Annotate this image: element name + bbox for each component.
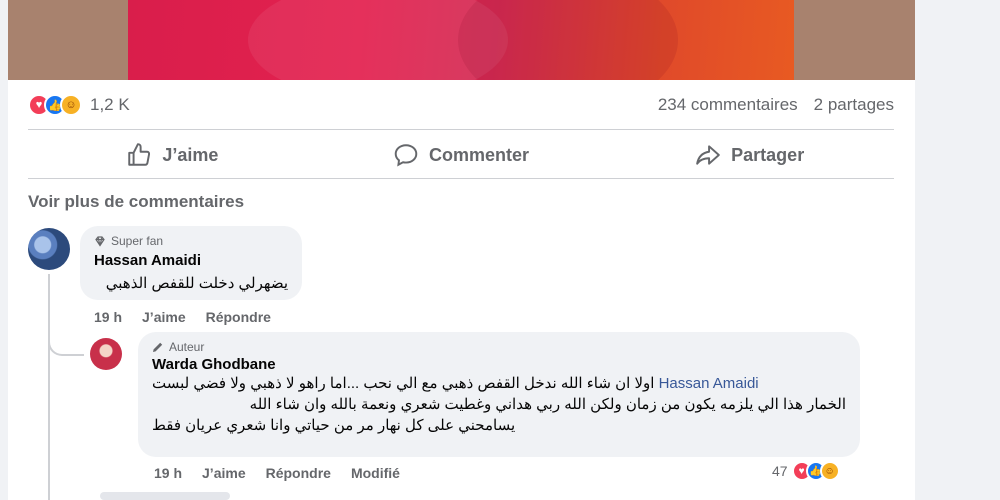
- care-reaction-icon: ☺: [819, 461, 840, 481]
- thread-line: [48, 274, 50, 500]
- mention-link[interactable]: Hassan Amaidi: [659, 375, 759, 392]
- post-image-frame[interactable]: [8, 0, 915, 80]
- comment-time[interactable]: 19 h: [94, 309, 122, 325]
- comment-time[interactable]: 19 h: [154, 465, 182, 481]
- diamond-icon: [95, 236, 105, 247]
- divider: [28, 129, 894, 130]
- comment-author[interactable]: Warda Ghodbane: [152, 356, 846, 373]
- post-stats: ♥ 👍 ☺ 1,2 K 234 commentaires 2 partages: [28, 90, 894, 120]
- comment-like-button[interactable]: J’aime: [142, 309, 186, 325]
- comment-reactions[interactable]: 47 ♥ 👍 ☺: [772, 461, 840, 481]
- post-card: ♥ 👍 ☺ 1,2 K 234 commentaires 2 partages …: [8, 0, 915, 500]
- reactions-count[interactable]: 1,2 K: [90, 95, 130, 115]
- view-more-comments-link[interactable]: Voir plus de commentaires: [28, 192, 244, 212]
- care-reaction-icon: ☺: [60, 94, 82, 116]
- like-button[interactable]: J’aime: [28, 142, 317, 168]
- share-arrow-icon: [696, 145, 720, 165]
- comment-text-line: الخمار هذا الي يلزمه يكون من زمان ولكن ا…: [249, 396, 846, 413]
- comment-meta: 19 h J’aime Répondre Modifié: [154, 465, 400, 481]
- comment-label: Commenter: [428, 144, 530, 165]
- shares-count-link[interactable]: 2 partages: [814, 95, 894, 115]
- comment-text-line: Hassan Amaidi اولا ان شاء الله ندخل القف…: [152, 375, 759, 392]
- comment-button[interactable]: Commenter: [317, 142, 606, 168]
- comment-bubble: Super fan Hassan Amaidi يضهرلي دخلت للقف…: [80, 226, 302, 300]
- divider: [28, 178, 894, 179]
- comments-count-link[interactable]: 234 commentaires: [658, 95, 798, 115]
- comment-bubble-icon: [394, 144, 418, 167]
- next-comment-placeholder: [100, 492, 230, 500]
- avatar[interactable]: [90, 338, 122, 370]
- comment-reply-button[interactable]: Répondre: [266, 465, 331, 481]
- comment-like-button[interactable]: J’aime: [202, 465, 246, 481]
- comment-bubble: Auteur Warda Ghodbane Hassan Amaidi اولا…: [138, 332, 860, 457]
- share-button[interactable]: Partager: [605, 142, 894, 168]
- right-gutter: [915, 0, 1000, 500]
- reaction-summary[interactable]: ♥ 👍 ☺ 1,2 K: [28, 94, 130, 116]
- comment-reply-button[interactable]: Répondre: [206, 309, 271, 325]
- like-label: J’aime: [162, 144, 219, 165]
- thumbs-up-icon: [128, 143, 151, 166]
- reply-connector: [48, 320, 84, 356]
- comment-author[interactable]: Hassan Amaidi: [94, 252, 288, 269]
- edited-label[interactable]: Modifié: [351, 465, 400, 481]
- comment-meta: 19 h J’aime Répondre: [94, 309, 271, 325]
- post-actions: J’aime Commenter Partager: [28, 133, 894, 177]
- avatar[interactable]: [28, 228, 70, 270]
- comment-text: يضهرلي دخلت للقفص الذهبي: [105, 275, 288, 292]
- pencil-icon: [153, 342, 163, 352]
- share-label: Partager: [731, 144, 805, 165]
- comment-text-line: يسامحني على كل نهار مر من حياتي وانا شعر…: [152, 417, 516, 434]
- comment-reactions-count: 47: [772, 463, 788, 479]
- post-image[interactable]: [128, 0, 794, 80]
- super-fan-badge[interactable]: Super fan: [94, 234, 288, 248]
- author-badge[interactable]: Auteur: [152, 340, 846, 354]
